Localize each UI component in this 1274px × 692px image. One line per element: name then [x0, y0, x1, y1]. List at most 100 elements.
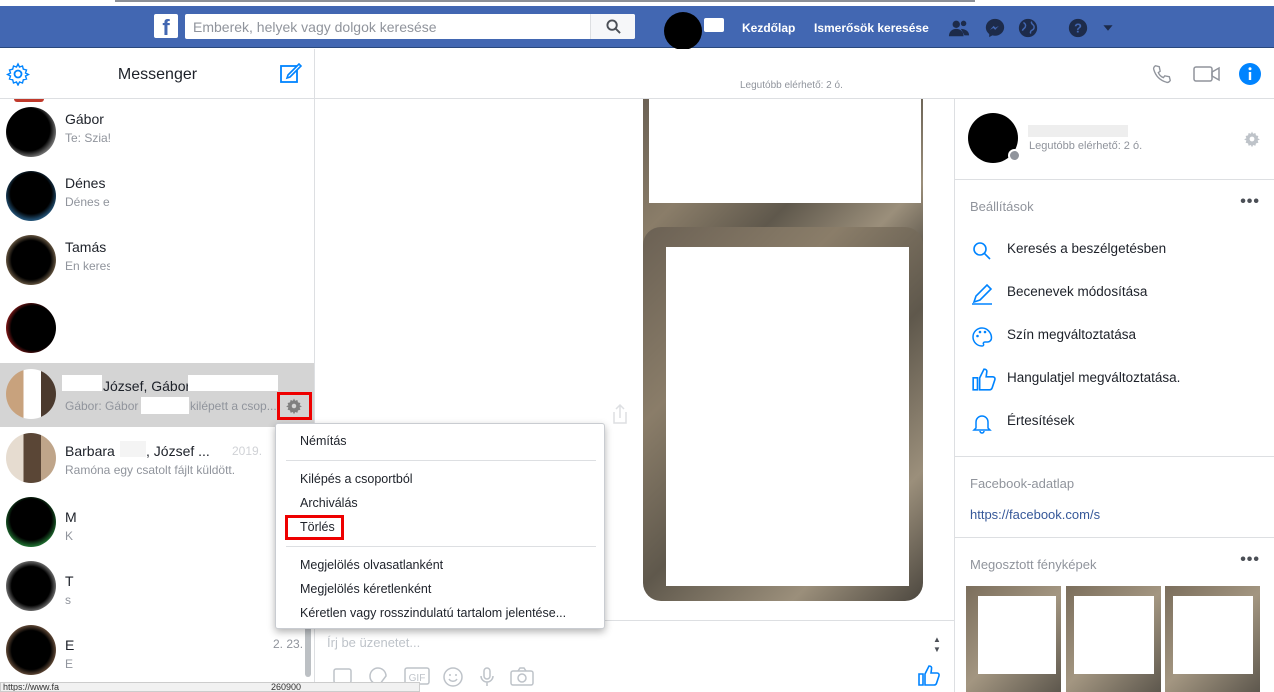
status-url: https://www.fa	[3, 682, 60, 692]
emoji-icon[interactable]	[441, 665, 465, 689]
last-seen-status: Legutóbb elérhető: 2 ó.	[740, 80, 843, 91]
conversation-name: Dénes	[65, 175, 106, 191]
photo-redaction	[1074, 596, 1154, 674]
sidebar-title: Messenger	[117, 66, 198, 83]
option-edit-nicknames[interactable]: Becenevek módosítása	[1007, 284, 1147, 299]
home-link[interactable]: Kezdőlap	[742, 21, 795, 35]
conversation-header: Legutóbb elérhető: 2 ó.	[315, 49, 1274, 99]
conversation-item-selected[interactable]: József, Gábor Gábor: Gábor kilépett a cs…	[0, 363, 314, 427]
conversation-item[interactable]: E E 2. 23.	[0, 619, 314, 683]
conversation-name-end: , József ...	[146, 443, 210, 459]
contact-last-seen: Legutóbb elérhető: 2 ó.	[1029, 140, 1143, 152]
friend-requests-icon[interactable]	[948, 17, 970, 39]
thumbs-up-send-icon[interactable]	[917, 664, 941, 688]
conversation-sidebar: Messenger Gábor Te: Szia! Dénes Dénes e …	[0, 49, 315, 692]
search-button[interactable]	[590, 14, 635, 39]
camera-icon[interactable]	[509, 665, 535, 687]
conversation-snippet: Dénes e	[65, 195, 110, 209]
composer-scroll-arrows-icon[interactable]: ▲ ▼	[933, 635, 941, 655]
option-change-color[interactable]: Szín megváltoztatása	[1007, 327, 1136, 342]
conversation-snippet: s	[65, 593, 71, 607]
conversation-details-panel: Legutóbb elérhető: 2 ó. Beállítások ••• …	[954, 99, 1274, 692]
group-avatar	[6, 433, 56, 483]
conversation-name: E	[65, 637, 75, 653]
conversation-name: Tamás	[65, 239, 107, 255]
palette-icon	[972, 327, 993, 347]
option-search-conversation[interactable]: Keresés a beszélgetésben	[1007, 241, 1166, 256]
shared-photo-thumbnail[interactable]	[1165, 586, 1260, 692]
photo-redaction	[978, 596, 1056, 674]
conversation-date: 2. 23.	[273, 637, 304, 651]
browser-status-bar: https://www.fa 260900	[0, 682, 420, 692]
pencil-icon	[972, 283, 993, 305]
conversation-name: József, Gábor	[103, 378, 191, 394]
conversation-snippet: En keres	[65, 259, 110, 273]
fb-profile-link[interactable]: https://facebook.com/s	[970, 507, 1106, 522]
profile-avatar[interactable]	[664, 12, 702, 50]
profile-name-redacted	[704, 18, 724, 32]
search-box	[185, 14, 635, 39]
sidebar-header: Messenger	[0, 49, 314, 99]
voice-call-icon[interactable]	[1151, 63, 1173, 85]
panel-divider	[955, 537, 1274, 538]
option-change-emoji[interactable]: Hangulatjel megváltoztatása.	[1007, 370, 1180, 385]
avatar	[6, 235, 56, 285]
globe-notifications-icon[interactable]	[1017, 17, 1039, 39]
conversation-name: T	[65, 573, 74, 589]
shared-photos-more-icon[interactable]: •••	[1240, 551, 1260, 569]
message-input[interactable]	[327, 635, 917, 650]
shared-photo-thumbnail[interactable]	[1066, 586, 1161, 692]
shared-photo-message[interactable]	[643, 227, 923, 601]
conversation-info-icon[interactable]	[1238, 62, 1262, 86]
messenger-icon[interactable]	[984, 17, 1006, 39]
contact-name-redacted	[1028, 125, 1128, 137]
avatar	[6, 107, 56, 157]
conversation-item[interactable]: Barbara , József ... 2019. Ramóna egy cs…	[0, 427, 314, 491]
help-icon[interactable]: ?	[1067, 17, 1089, 39]
conversation-item[interactable]: Dénes Dénes e	[0, 165, 314, 229]
video-call-icon[interactable]	[1193, 64, 1221, 84]
conversation-item[interactable]: Tamás En keres	[0, 229, 314, 293]
menu-item-mark-spam[interactable]: Megjelölés kéretlenként	[300, 582, 431, 596]
menu-item-archive[interactable]: Archiválás	[300, 496, 358, 510]
conversation-snippet: K	[65, 529, 74, 543]
avatar	[6, 497, 56, 547]
search-input[interactable]	[185, 14, 585, 39]
conversation-item[interactable]	[0, 297, 314, 361]
conversation-item[interactable]: T s	[0, 555, 314, 619]
photo-redaction	[666, 247, 909, 586]
conversation-settings-gear-icon[interactable]	[285, 397, 303, 415]
contact-settings-gear-icon[interactable]	[1243, 130, 1261, 148]
share-icon[interactable]	[610, 402, 630, 426]
conversation-snippet: Ramóna egy csatolt fájlt küldött.	[65, 463, 236, 477]
menu-item-report[interactable]: Kéretlen vagy rosszindulatú tartalom jel…	[300, 606, 566, 620]
panel-divider	[955, 179, 1274, 180]
conversation-context-menu: Némítás Kilépés a csoportból Archiválás …	[275, 423, 605, 629]
shared-photo-thumbnail[interactable]	[966, 586, 1061, 692]
account-menu-chevron-icon[interactable]	[1098, 17, 1118, 39]
settings-section-label: Beállítások	[970, 199, 1034, 214]
settings-more-icon[interactable]: •••	[1240, 193, 1260, 211]
microphone-icon[interactable]	[477, 665, 497, 689]
status-url-end: 260900	[271, 682, 302, 692]
new-message-icon[interactable]	[279, 61, 303, 85]
menu-item-leave-group[interactable]: Kilépés a csoportból	[300, 472, 413, 486]
conversation-name: Barbara	[65, 443, 115, 459]
shared-photos-label: Megosztott fényképek	[970, 557, 1097, 572]
panel-divider	[955, 456, 1274, 457]
conversation-item[interactable]: M K	[0, 491, 314, 555]
menu-item-delete[interactable]: Törlés	[300, 520, 335, 534]
menu-item-mute[interactable]: Némítás	[300, 434, 347, 448]
conversation-snippet: Te: Szia!	[65, 131, 110, 145]
conversation-name: M	[65, 509, 77, 525]
facebook-logo-icon[interactable]: f	[154, 14, 178, 38]
facebook-badge-icon	[1008, 149, 1021, 162]
bell-icon	[972, 415, 992, 434]
find-friends-link[interactable]: Ismerősök keresése	[814, 21, 929, 35]
menu-divider	[286, 460, 596, 461]
conversation-snippet-end: kilépett a csop...	[190, 399, 277, 413]
conversation-item[interactable]: Gábor Te: Szia!	[0, 101, 314, 165]
menu-divider	[286, 546, 596, 547]
menu-item-mark-unread[interactable]: Megjelölés olvasatlanként	[300, 558, 443, 572]
option-notifications[interactable]: Értesítések	[1007, 413, 1075, 428]
